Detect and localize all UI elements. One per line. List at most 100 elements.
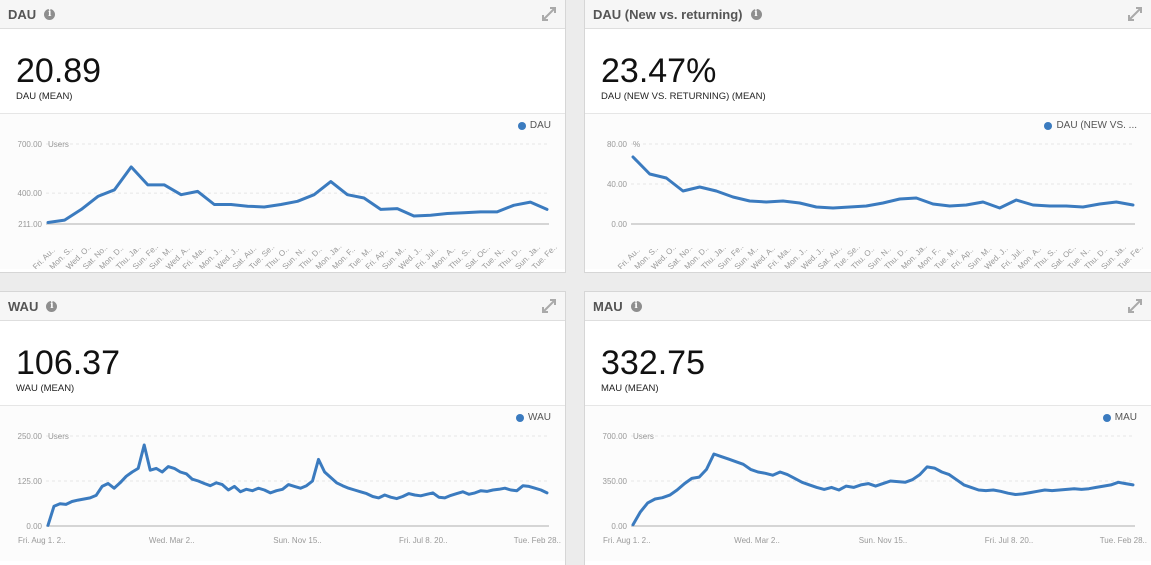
data-point[interactable] <box>713 453 715 455</box>
data-point[interactable] <box>329 476 332 479</box>
data-point[interactable] <box>1102 485 1105 487</box>
expand-icon[interactable] <box>1127 6 1143 22</box>
data-point[interactable] <box>429 214 432 216</box>
data-point[interactable] <box>426 493 428 496</box>
data-point[interactable] <box>683 482 686 485</box>
data-point[interactable] <box>137 467 139 470</box>
data-point[interactable] <box>1065 205 1068 207</box>
data-point[interactable] <box>263 489 266 491</box>
data-point[interactable] <box>546 208 548 211</box>
data-point[interactable] <box>932 203 934 205</box>
data-point[interactable] <box>977 489 980 491</box>
data-point[interactable] <box>1095 486 1097 489</box>
data-point[interactable] <box>462 491 464 493</box>
data-point[interactable] <box>698 186 701 188</box>
data-point[interactable] <box>383 494 386 496</box>
data-point[interactable] <box>101 485 103 488</box>
data-point[interactable] <box>963 484 965 486</box>
data-point[interactable] <box>196 190 199 193</box>
data-point[interactable] <box>504 487 506 489</box>
data-point[interactable] <box>1132 484 1134 486</box>
info-icon[interactable]: i <box>630 300 642 312</box>
data-point[interactable] <box>263 206 266 208</box>
data-point[interactable] <box>1124 482 1127 485</box>
data-point[interactable] <box>215 482 218 484</box>
data-point[interactable] <box>486 490 488 493</box>
data-point[interactable] <box>185 473 188 475</box>
data-point[interactable] <box>335 482 338 484</box>
data-point[interactable] <box>1132 204 1134 206</box>
data-point[interactable] <box>705 468 708 471</box>
data-point[interactable] <box>305 484 308 487</box>
data-point[interactable] <box>764 472 767 475</box>
data-point[interactable] <box>632 523 634 526</box>
data-point[interactable] <box>479 211 482 213</box>
data-point[interactable] <box>832 207 834 209</box>
data-point[interactable] <box>691 477 693 480</box>
data-point[interactable] <box>346 193 349 196</box>
data-point[interactable] <box>498 488 500 491</box>
data-point[interactable] <box>450 494 452 497</box>
data-point[interactable] <box>413 494 416 496</box>
data-point[interactable] <box>233 485 236 488</box>
data-point[interactable] <box>1051 489 1053 492</box>
data-point[interactable] <box>275 489 278 492</box>
data-point[interactable] <box>715 190 718 192</box>
data-point[interactable] <box>794 477 796 480</box>
data-point[interactable] <box>287 483 290 486</box>
data-point[interactable] <box>317 458 320 461</box>
data-point[interactable] <box>1066 488 1068 491</box>
data-point[interactable] <box>865 205 868 207</box>
data-point[interactable] <box>1098 203 1101 205</box>
data-point[interactable] <box>1015 199 1018 201</box>
data-point[interactable] <box>209 484 212 487</box>
data-point[interactable] <box>213 203 216 206</box>
data-point[interactable] <box>280 203 282 206</box>
data-point[interactable] <box>815 206 818 208</box>
data-point[interactable] <box>131 471 133 473</box>
data-point[interactable] <box>860 484 862 486</box>
data-point[interactable] <box>911 478 914 481</box>
data-point[interactable] <box>341 484 344 487</box>
data-point[interactable] <box>353 489 356 491</box>
data-point[interactable] <box>1007 492 1009 494</box>
data-point[interactable] <box>661 496 664 499</box>
data-point[interactable] <box>359 491 362 493</box>
data-point[interactable] <box>534 487 536 489</box>
data-point[interactable] <box>720 455 722 458</box>
data-point[interactable] <box>830 486 833 489</box>
data-point[interactable] <box>749 468 752 471</box>
data-point[interactable] <box>786 473 789 476</box>
data-point[interactable] <box>496 211 498 213</box>
data-point[interactable] <box>1110 484 1112 486</box>
data-point[interactable] <box>53 505 55 507</box>
data-point[interactable] <box>89 497 91 499</box>
data-point[interactable] <box>97 195 99 198</box>
data-point[interactable] <box>125 475 127 478</box>
data-point[interactable] <box>848 206 851 208</box>
data-point[interactable] <box>669 494 671 496</box>
data-point[interactable] <box>311 480 314 482</box>
data-point[interactable] <box>197 480 200 482</box>
data-point[interactable] <box>732 196 734 198</box>
data-point[interactable] <box>463 211 465 214</box>
data-point[interactable] <box>299 487 302 489</box>
data-point[interactable] <box>480 489 482 492</box>
data-point[interactable] <box>492 489 494 491</box>
data-point[interactable] <box>1021 493 1024 495</box>
data-point[interactable] <box>71 500 73 503</box>
data-point[interactable] <box>257 487 260 489</box>
data-point[interactable] <box>941 471 943 473</box>
data-point[interactable] <box>203 482 206 485</box>
data-point[interactable] <box>379 208 382 211</box>
data-point[interactable] <box>371 495 374 498</box>
data-point[interactable] <box>1082 206 1084 208</box>
data-point[interactable] <box>970 486 972 489</box>
data-point[interactable] <box>438 496 440 498</box>
data-point[interactable] <box>516 489 518 492</box>
data-point[interactable] <box>765 201 768 203</box>
data-point[interactable] <box>47 524 49 527</box>
data-point[interactable] <box>63 219 66 221</box>
data-point[interactable] <box>816 486 818 489</box>
data-point[interactable] <box>845 485 847 487</box>
